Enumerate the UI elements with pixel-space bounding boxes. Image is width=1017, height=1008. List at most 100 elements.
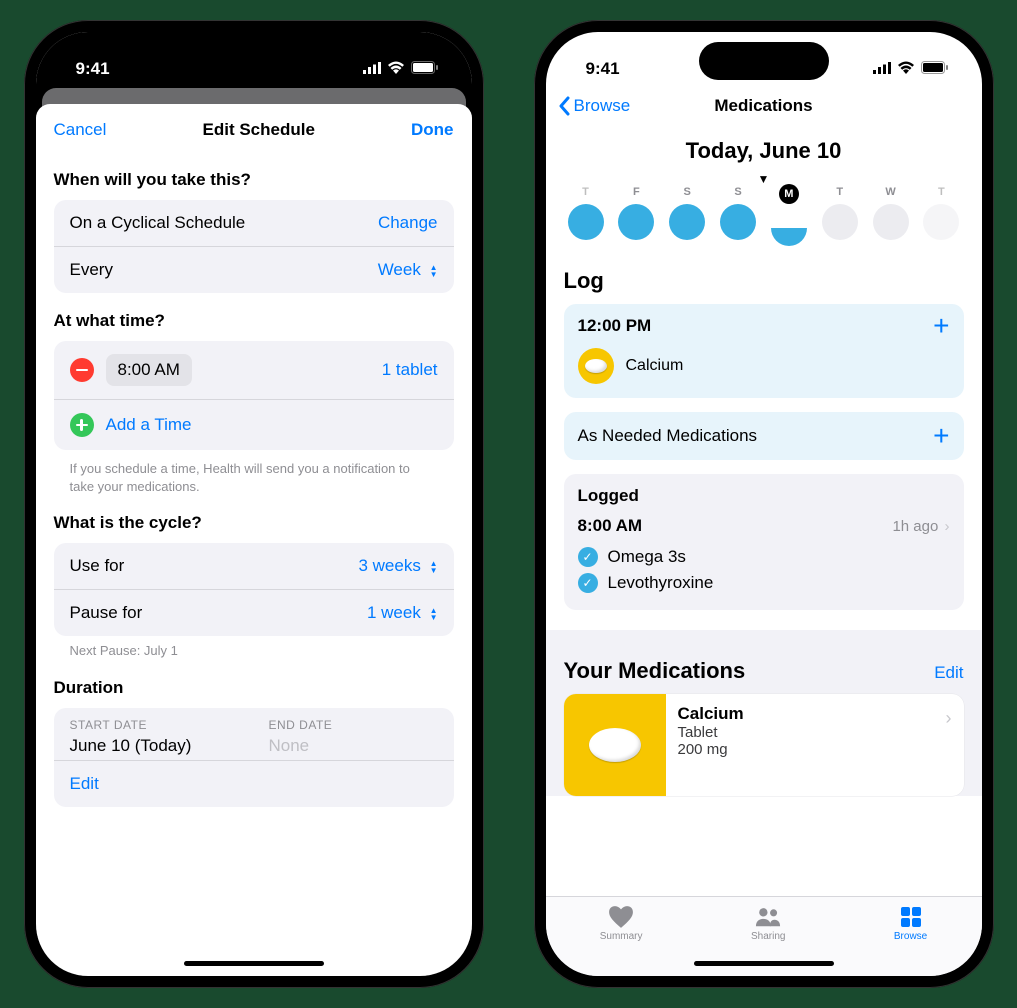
tab-summary[interactable]: Summary — [600, 905, 643, 942]
log-card[interactable]: 12:00 PM + Calcium — [564, 304, 964, 398]
tab-browse[interactable]: Browse — [894, 905, 927, 942]
pause-for-value-picker[interactable]: 1 week ▲▼ — [367, 603, 438, 623]
done-button[interactable]: Done — [411, 120, 454, 140]
tab-label: Browse — [894, 931, 927, 942]
duration-edit-button[interactable]: Edit — [70, 774, 99, 794]
logged-item-name: Omega 3s — [608, 547, 686, 567]
log-med-row[interactable]: Calcium — [564, 342, 964, 398]
your-meds-edit-button[interactable]: Edit — [934, 663, 963, 683]
day-column[interactable]: F — [614, 186, 658, 246]
phone-medications: 9:41 Browse Medications Today, Jun — [534, 20, 994, 988]
med-image — [564, 694, 666, 796]
next-pause-note: Next Pause: July 1 — [54, 636, 454, 660]
schedule-type-row[interactable]: On a Cyclical Schedule Change — [54, 200, 454, 246]
tab-sharing[interactable]: Sharing — [751, 905, 785, 942]
tab-label: Sharing — [751, 931, 785, 942]
status-icons — [873, 59, 948, 79]
section-when-title: When will you take this? — [54, 170, 454, 190]
day-status-dot — [568, 204, 604, 240]
date-header: Today, June 10 — [546, 138, 982, 164]
day-column[interactable]: M — [767, 186, 811, 246]
add-time-row[interactable]: Add a Time — [54, 399, 454, 450]
time-entry-row: 8:00 AM 1 tablet — [54, 341, 454, 399]
check-icon: ✓ — [578, 573, 598, 593]
heart-icon — [608, 905, 634, 929]
day-column[interactable]: T — [919, 186, 963, 246]
your-med-card[interactable]: Calcium Tablet 200 mg › — [564, 694, 964, 796]
pause-for-row[interactable]: Pause for 1 week ▲▼ — [54, 589, 454, 636]
battery-icon — [921, 59, 948, 79]
time-picker[interactable]: 8:00 AM — [106, 354, 192, 386]
status-icons — [363, 59, 438, 79]
ym-name: Calcium — [678, 704, 952, 724]
schedule-card: On a Cyclical Schedule Change Every Week… — [54, 200, 454, 293]
logged-ago[interactable]: 1h ago › — [892, 518, 949, 535]
med-pill-icon — [578, 348, 614, 384]
battery-icon — [411, 59, 438, 79]
day-letter: S — [734, 186, 741, 198]
add-log-button[interactable]: + — [933, 316, 949, 336]
selected-day-arrow-icon: ▼ — [546, 172, 982, 186]
logged-card[interactable]: Logged 8:00 AM 1h ago › ✓Omega 3s✓Levoth… — [564, 474, 964, 610]
day-letter: T — [836, 186, 843, 198]
day-letter: S — [684, 186, 691, 198]
cycle-card: Use for 3 weeks ▲▼ Pause for 1 week ▲▼ — [54, 543, 454, 636]
phone-edit-schedule: 9:41 Cancel Edit Schedule Done — [24, 20, 484, 988]
duration-card: START DATE June 10 (Today) END DATE None… — [54, 708, 454, 807]
status-time: 9:41 — [76, 59, 110, 79]
logged-item[interactable]: ✓ Omega 3s — [578, 544, 950, 570]
dynamic-island — [189, 42, 319, 80]
ym-form: Tablet — [678, 724, 952, 741]
day-column[interactable]: T — [564, 186, 608, 246]
section-cycle-title: What is the cycle? — [54, 513, 454, 533]
week-selector[interactable]: TFSSMTWT — [546, 186, 982, 246]
sheet-navbar: Cancel Edit Schedule Done — [36, 104, 472, 152]
add-time-icon — [70, 413, 94, 437]
cancel-button[interactable]: Cancel — [54, 120, 107, 140]
home-indicator[interactable] — [184, 961, 324, 966]
day-status-dot — [669, 204, 705, 240]
logged-item[interactable]: ✓ Levothyroxine — [578, 570, 950, 596]
cellular-icon — [873, 59, 891, 79]
duration-edit-row[interactable]: Edit — [54, 760, 454, 807]
tab-label: Summary — [600, 931, 643, 942]
day-column[interactable]: S — [665, 186, 709, 246]
every-row[interactable]: Every Week ▲▼ — [54, 246, 454, 293]
day-letter: F — [633, 186, 640, 198]
day-column[interactable]: S — [716, 186, 760, 246]
day-status-dot — [822, 204, 858, 240]
section-duration-title: Duration — [54, 678, 454, 698]
day-status-dot — [771, 210, 807, 246]
add-time-label: Add a Time — [106, 415, 192, 435]
day-column[interactable]: T — [818, 186, 862, 246]
every-label: Every — [70, 260, 113, 280]
your-meds-heading: Your Medications — [564, 658, 746, 684]
log-med-name: Calcium — [626, 357, 684, 375]
add-as-needed-button[interactable]: + — [933, 426, 949, 446]
status-time: 9:41 — [586, 59, 620, 79]
every-value-picker[interactable]: Week ▲▼ — [378, 260, 438, 280]
dose-picker[interactable]: 1 tablet — [382, 360, 438, 380]
as-needed-card[interactable]: As Needed Medications + — [564, 412, 964, 460]
chevron-right-icon: › — [945, 518, 950, 535]
grid-icon — [898, 905, 924, 929]
remove-time-button[interactable] — [70, 358, 94, 382]
check-icon: ✓ — [578, 547, 598, 567]
use-for-value-picker[interactable]: 3 weeks ▲▼ — [358, 556, 437, 576]
as-needed-label: As Needed Medications — [578, 426, 758, 446]
cellular-icon — [363, 59, 381, 79]
change-schedule-button[interactable]: Change — [378, 213, 438, 233]
stepper-arrows-icon: ▲▼ — [430, 560, 438, 574]
wifi-icon — [387, 59, 405, 79]
day-column[interactable]: W — [869, 186, 913, 246]
logged-item-name: Levothyroxine — [608, 573, 714, 593]
use-for-row[interactable]: Use for 3 weeks ▲▼ — [54, 543, 454, 589]
section-time-title: At what time? — [54, 311, 454, 331]
time-footnote: If you schedule a time, Health will send… — [54, 450, 454, 495]
wifi-icon — [897, 59, 915, 79]
pause-for-label: Pause for — [70, 603, 143, 623]
stepper-arrows-icon: ▲▼ — [430, 607, 438, 621]
home-indicator[interactable] — [694, 961, 834, 966]
log-time: 12:00 PM — [578, 316, 652, 336]
people-icon — [755, 905, 781, 929]
